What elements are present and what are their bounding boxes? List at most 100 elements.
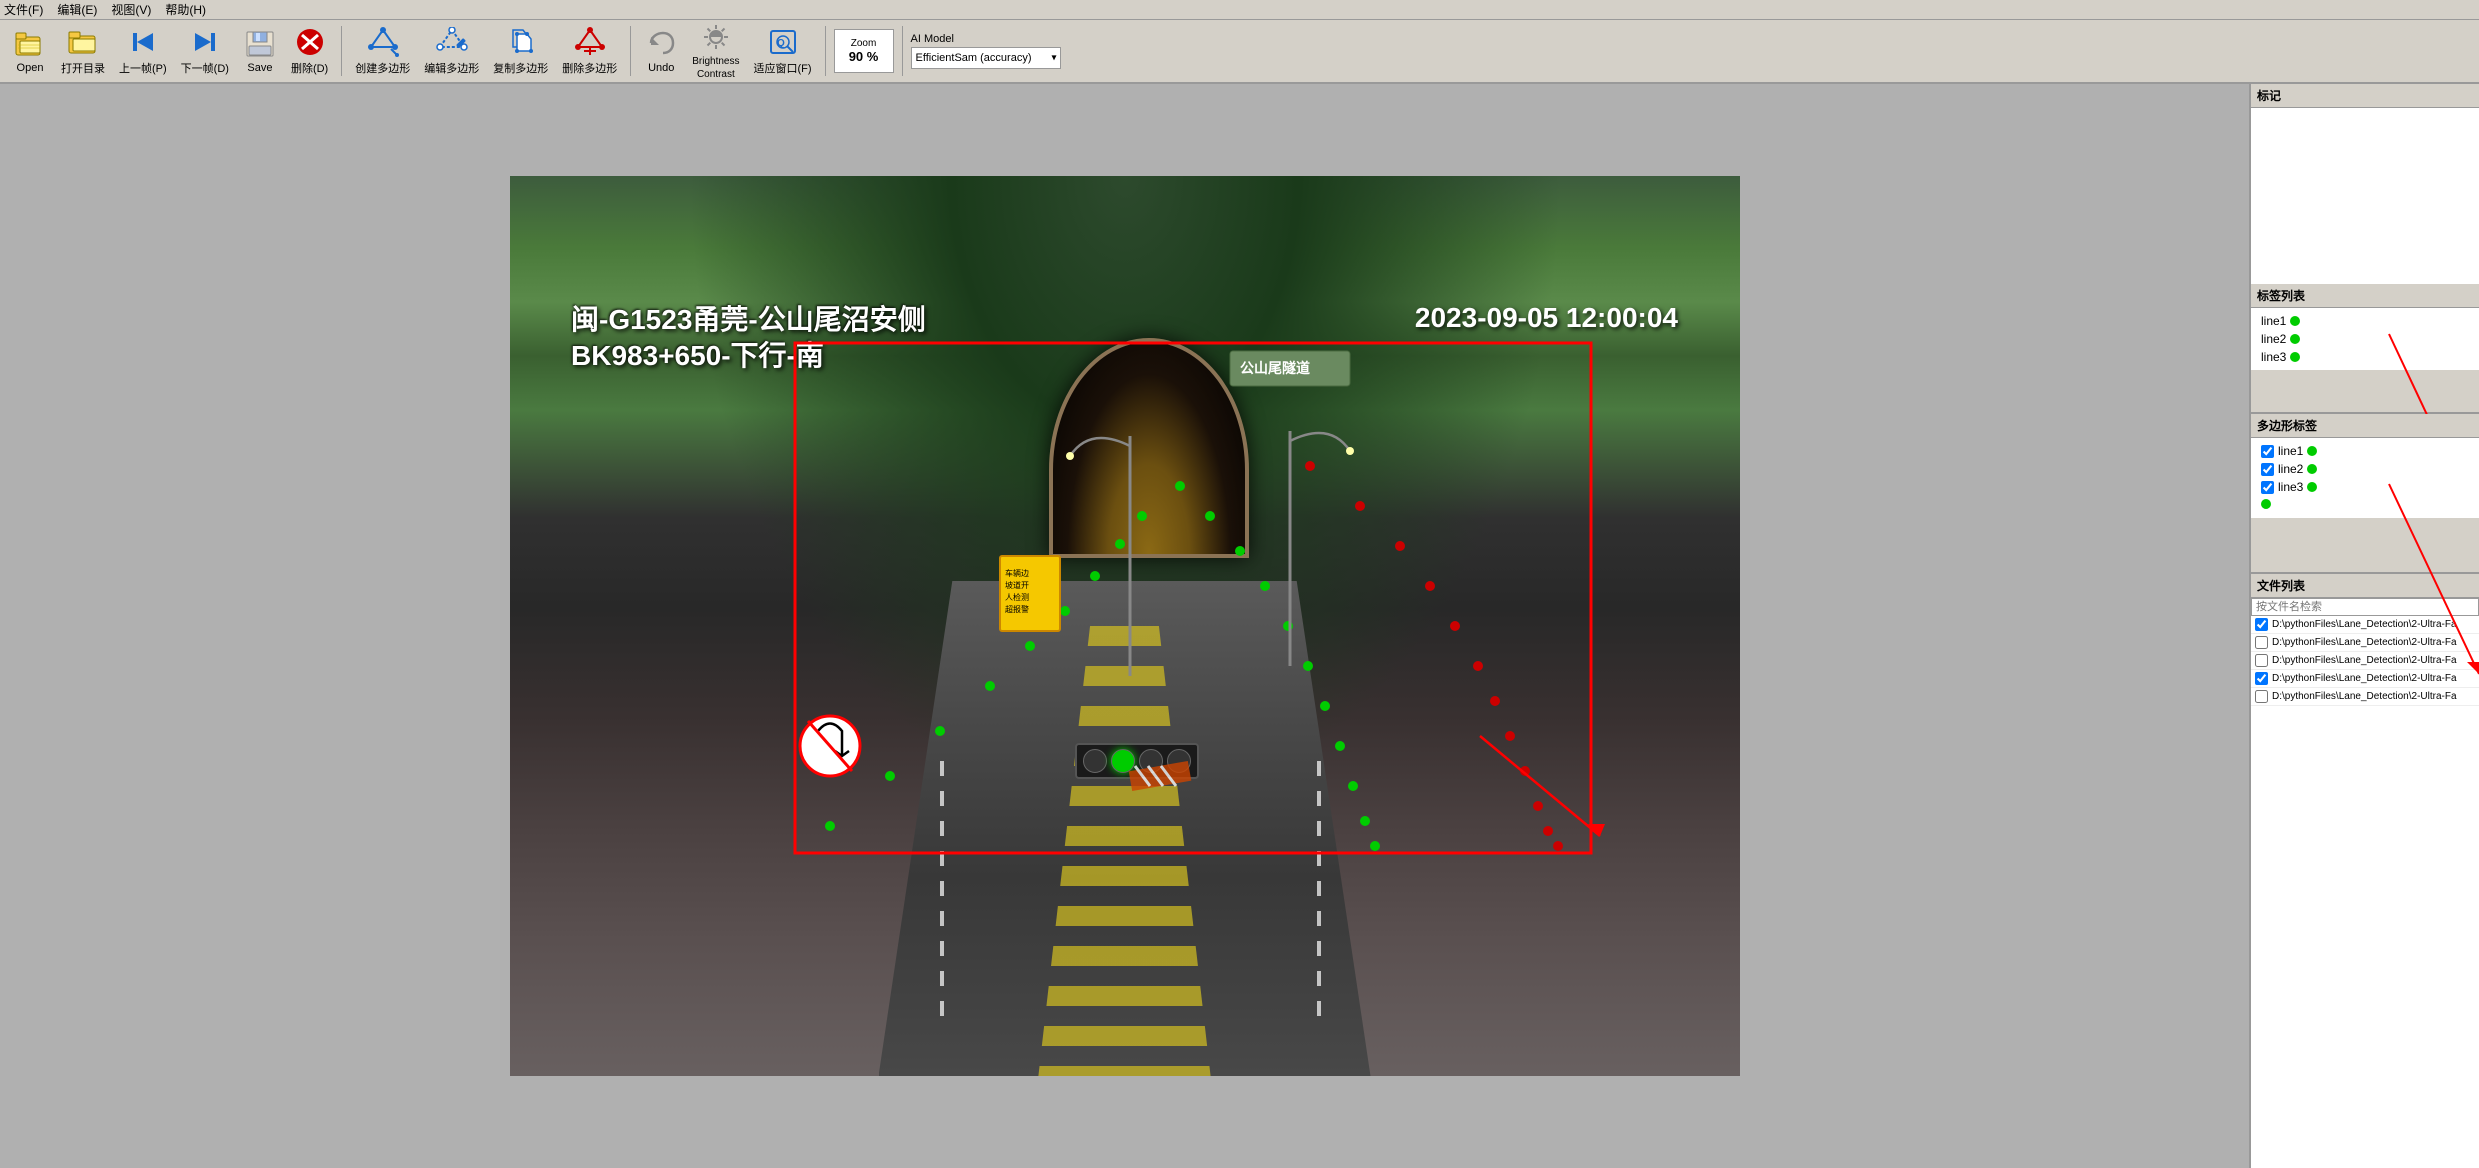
edit-polygon-label: 编辑多边形	[424, 60, 479, 76]
timestamp: 2023-09-05 12:00:04	[1415, 302, 1678, 334]
poly-dot-line2	[2307, 464, 2317, 474]
label-name-line1: line1	[2261, 314, 2286, 328]
create-polygon-button[interactable]: 创建多边形	[350, 23, 415, 79]
prev-icon	[127, 26, 159, 58]
next-icon	[189, 26, 221, 58]
brightness-label: Brightness	[692, 56, 739, 67]
sep3	[825, 26, 826, 76]
delete-button[interactable]: 删除(D)	[286, 23, 333, 79]
remove-polygon-label: 删除多边形	[562, 60, 617, 76]
file-list-title: 文件列表	[2251, 574, 2479, 598]
file-list: D:\pythonFiles\Lane_Detection\2-Ultra-Fa…	[2251, 616, 2479, 1168]
ai-model-area: AI Model EfficientSam (accuracy) Efficie…	[911, 33, 1071, 69]
brightness-icon	[700, 22, 732, 54]
next-label: 下一帧(D)	[181, 60, 229, 76]
poly-labels-title: 多边形标签	[2251, 414, 2479, 438]
poly-label-line1: line1	[2255, 442, 2475, 460]
open-icon	[14, 28, 46, 60]
poly-checkbox-line3[interactable]	[2261, 481, 2274, 494]
mark-content	[2251, 108, 2479, 284]
zoom-label: Zoom	[851, 38, 877, 49]
ai-model-select[interactable]: EfficientSam (accuracy) EfficientSam (sp…	[911, 47, 1061, 69]
poly-dot-extra	[2255, 496, 2475, 514]
save-icon	[244, 28, 276, 60]
file-item-3: D:\pythonFiles\Lane_Detection\2-Ultra-Fa	[2251, 652, 2479, 670]
prev-label: 上一帧(P)	[119, 60, 167, 76]
undo-button[interactable]: Undo	[639, 25, 683, 77]
menu-edit[interactable]: 编辑(E)	[57, 1, 97, 18]
svg-text:Q: Q	[777, 38, 785, 49]
label-item-line3: line3	[2255, 348, 2475, 366]
file-checkbox-1[interactable]	[2255, 618, 2268, 631]
file-path-5: D:\pythonFiles\Lane_Detection\2-Ultra-Fa	[2272, 691, 2457, 702]
ai-model-select-wrapper[interactable]: EfficientSam (accuracy) EfficientSam (sp…	[911, 47, 1061, 69]
open-dir-label: 打开目录	[61, 60, 105, 76]
toolbar: Open 打开目录 上一帧(P) 下一帧(D)	[0, 20, 2479, 84]
open-dir-button[interactable]: 打开目录	[56, 23, 110, 79]
delete-icon	[294, 26, 326, 58]
labels-section: 标签列表 line1 line2 line3	[2251, 284, 2479, 414]
file-path-1: D:\pythonFiles\Lane_Detection\2-Ultra-Fa	[2272, 619, 2457, 630]
sep1	[341, 26, 342, 76]
poly-dot-line1	[2307, 446, 2317, 456]
menu-file[interactable]: 文件(F)	[4, 1, 43, 18]
poly-label-line2: line2	[2255, 460, 2475, 478]
undo-icon	[645, 28, 677, 60]
right-panel: 标记 标签列表 line1 line2 line3	[2249, 84, 2479, 1168]
poly-labels-list: line1 line2 line3	[2251, 438, 2479, 518]
sep2	[630, 26, 631, 76]
poly-name-line1: line1	[2278, 444, 2303, 458]
copy-polygon-button[interactable]: 复制多边形	[488, 23, 553, 79]
zoom-display: Zoom 90 %	[834, 29, 894, 73]
menu-view[interactable]: 视图(V)	[111, 1, 151, 18]
file-list-section: 文件列表 D:\pythonFiles\Lane_Detection\2-Ult…	[2251, 574, 2479, 1168]
fit-window-icon: Q	[767, 26, 799, 58]
label-dot-line2	[2290, 334, 2300, 344]
file-item-5: D:\pythonFiles\Lane_Detection\2-Ultra-Fa	[2251, 688, 2479, 706]
remove-polygon-icon	[574, 26, 606, 58]
create-polygon-label: 创建多边形	[355, 60, 410, 76]
remove-polygon-button[interactable]: 删除多边形	[557, 23, 622, 79]
file-path-3: D:\pythonFiles\Lane_Detection\2-Ultra-Fa	[2272, 655, 2457, 666]
save-label: Save	[247, 62, 272, 74]
file-checkbox-2[interactable]	[2255, 636, 2268, 649]
save-button[interactable]: Save	[238, 25, 282, 77]
file-checkbox-5[interactable]	[2255, 690, 2268, 703]
poly-name-line3: line3	[2278, 480, 2303, 494]
label-dot-line1	[2290, 316, 2300, 326]
canvas-area[interactable]: 闽-G1523甬莞-公山尾沼安侧 BK983+650-下行-南 2023-09-…	[0, 84, 2249, 1168]
label-item-line1: line1	[2255, 312, 2475, 330]
fit-window-button[interactable]: Q 适应窗口(F)	[748, 23, 816, 79]
poly-name-line2: line2	[2278, 462, 2303, 476]
poly-dot-line3	[2307, 482, 2317, 492]
poly-labels-section: 多边形标签 line1 line2 line3	[2251, 414, 2479, 574]
poly-label-line3: line3	[2255, 478, 2475, 496]
copy-polygon-label: 复制多边形	[493, 60, 548, 76]
create-polygon-icon	[367, 26, 399, 58]
undo-label: Undo	[648, 62, 674, 74]
file-search-input[interactable]	[2251, 598, 2479, 616]
brightness-button[interactable]: Brightness Contrast	[687, 19, 744, 83]
label-item-line2: line2	[2255, 330, 2475, 348]
mark-section-title: 标记	[2251, 84, 2479, 108]
poly-checkbox-line1[interactable]	[2261, 445, 2274, 458]
ai-model-label: AI Model	[911, 33, 954, 45]
next-frame-button[interactable]: 下一帧(D)	[176, 23, 234, 79]
image-container: 闽-G1523甬莞-公山尾沼安侧 BK983+650-下行-南 2023-09-…	[510, 176, 1740, 1076]
file-checkbox-4[interactable]	[2255, 672, 2268, 685]
road-image: 闽-G1523甬莞-公山尾沼安侧 BK983+650-下行-南 2023-09-…	[510, 176, 1740, 1076]
file-path-4: D:\pythonFiles\Lane_Detection\2-Ultra-Fa	[2272, 673, 2457, 684]
fit-window-label: 适应窗口(F)	[753, 60, 811, 76]
menu-help[interactable]: 帮助(H)	[165, 1, 206, 18]
mark-section: 标记	[2251, 84, 2479, 284]
file-checkbox-3[interactable]	[2255, 654, 2268, 667]
edit-polygon-button[interactable]: 编辑多边形	[419, 23, 484, 79]
poly-checkbox-line2[interactable]	[2261, 463, 2274, 476]
prev-frame-button[interactable]: 上一帧(P)	[114, 23, 172, 79]
contrast-label: Contrast	[697, 69, 735, 80]
location-sub: BK983+650-下行-南	[571, 338, 926, 374]
file-item-1: D:\pythonFiles\Lane_Detection\2-Ultra-Fa	[2251, 616, 2479, 634]
labels-section-title: 标签列表	[2251, 284, 2479, 308]
menu-bar: 文件(F) 编辑(E) 视图(V) 帮助(H)	[0, 0, 2479, 20]
open-button[interactable]: Open	[8, 25, 52, 77]
